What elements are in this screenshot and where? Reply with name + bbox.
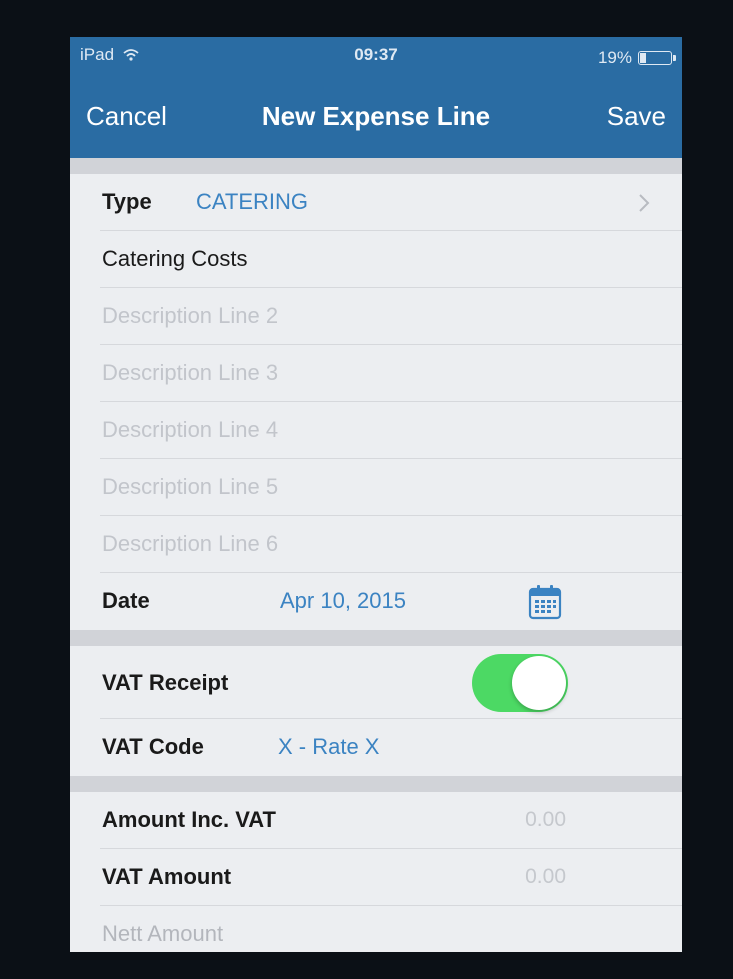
vat-amount-input[interactable]: 0.00 — [525, 849, 566, 905]
navigation-bar: iPad 09:37 19% New Expense Line Cancel S… — [70, 37, 682, 158]
save-button[interactable]: Save — [607, 101, 666, 132]
type-row[interactable]: Type CATERING — [70, 174, 682, 231]
vat-code-row[interactable]: VAT Code X - Rate X — [70, 719, 682, 776]
section-separator — [70, 630, 682, 646]
status-time: 09:37 — [354, 45, 398, 64]
amount-inc-vat-label: Amount Inc. VAT — [102, 807, 276, 832]
amount-inc-vat-row[interactable]: Amount Inc. VAT 0.00 — [70, 792, 682, 849]
type-label: Type — [102, 189, 152, 214]
description-line-5-placeholder: Description Line 5 — [102, 474, 279, 499]
description-line-3[interactable]: Description Line 3 — [70, 345, 682, 402]
vat-code-label: VAT Code — [102, 734, 204, 759]
vat-receipt-label: VAT Receipt — [102, 670, 229, 695]
chevron-right-icon — [639, 194, 650, 212]
battery-percent: 19% — [597, 48, 632, 67]
battery-icon — [638, 51, 676, 65]
section-separator — [70, 776, 682, 792]
screen: iPad 09:37 19% New Expense Line Cancel S… — [70, 37, 682, 952]
description-line-4-placeholder: Description Line 4 — [102, 417, 279, 442]
nett-amount-label: Nett Amount — [102, 921, 224, 946]
calendar-icon[interactable] — [527, 583, 563, 621]
description-line-6[interactable]: Description Line 6 — [70, 516, 682, 573]
description-line-4[interactable]: Description Line 4 — [70, 402, 682, 459]
toggle-knob — [512, 656, 566, 710]
status-battery: 19% — [597, 45, 676, 71]
description-line-2[interactable]: Description Line 2 — [70, 288, 682, 345]
date-value: Apr 10, 2015 — [280, 588, 406, 613]
type-value: CATERING — [196, 189, 309, 214]
date-row[interactable]: Date Apr 10, 2015 — [70, 573, 682, 630]
section-separator — [70, 158, 682, 174]
vat-amount-row[interactable]: VAT Amount 0.00 — [70, 849, 682, 906]
description-line-3-placeholder: Description Line 3 — [102, 360, 279, 385]
nett-amount-row: Nett Amount — [70, 906, 682, 952]
description-line-5[interactable]: Description Line 5 — [70, 459, 682, 516]
description-line-6-placeholder: Description Line 6 — [102, 531, 279, 556]
description-line-1-value: Catering Costs — [102, 246, 248, 271]
vat-receipt-toggle[interactable] — [472, 654, 568, 712]
vat-code-value: X - Rate X — [278, 734, 380, 759]
vat-amount-label: VAT Amount — [102, 864, 232, 889]
date-label: Date — [102, 588, 150, 613]
vat-receipt-row: VAT Receipt — [70, 646, 682, 719]
battery-fill — [640, 53, 646, 63]
description-line-1[interactable]: Catering Costs — [70, 231, 682, 288]
description-line-2-placeholder: Description Line 2 — [102, 303, 279, 328]
amount-inc-vat-input[interactable]: 0.00 — [525, 792, 566, 848]
cancel-button[interactable]: Cancel — [86, 101, 167, 132]
